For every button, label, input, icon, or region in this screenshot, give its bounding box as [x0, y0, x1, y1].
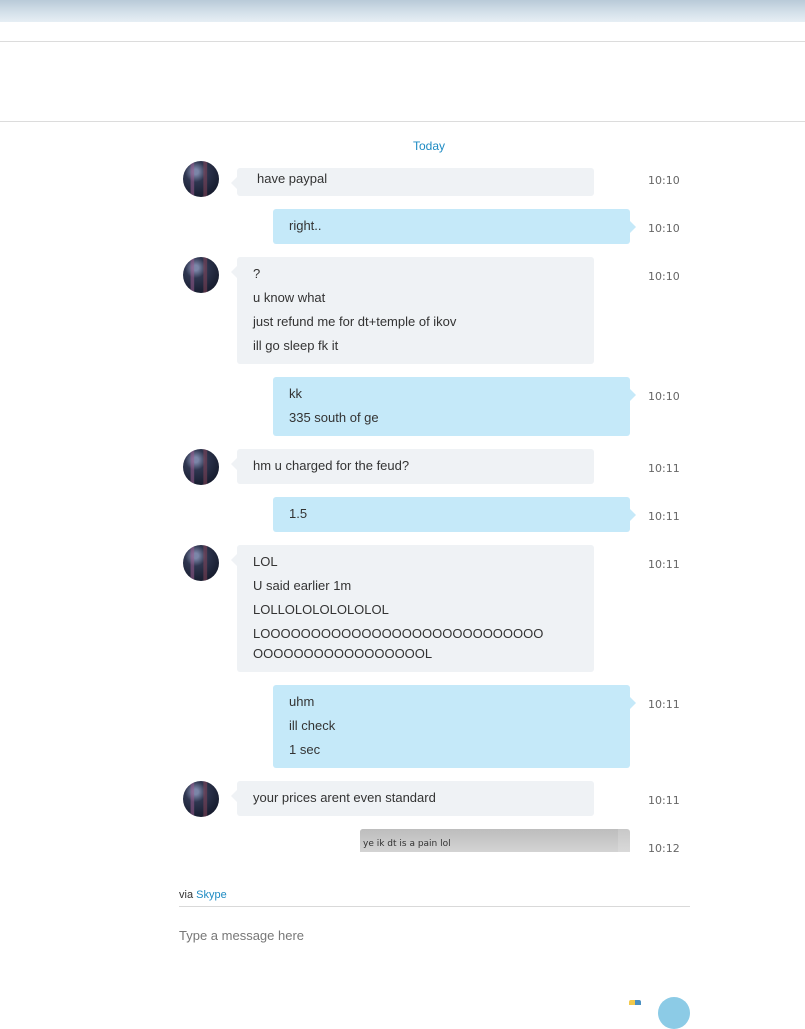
message-text: hm u charged for the feud?	[253, 458, 410, 473]
date-divider: Today	[412, 139, 446, 153]
message-timestamp: 10:11	[648, 462, 680, 475]
message-text: right..	[289, 218, 322, 233]
via-skype-label: via Skype	[179, 889, 227, 901]
message-bubble-incoming: ? u know what just refund me for dt+temp…	[231, 257, 594, 364]
message-text: ill check	[289, 718, 336, 733]
message-text: LOOOOOOOOOOOOOOOOOOOOOOOOOOOOOOOOOOOOOOO…	[253, 626, 544, 661]
message-text: 1 sec	[289, 742, 321, 757]
via-prefix: via	[179, 889, 194, 901]
message-timestamp: 10:11	[648, 794, 680, 807]
message-bubble-incoming: your prices arent even standard	[231, 781, 594, 816]
message-text: LOL	[253, 554, 278, 569]
message-text: just refund me for dt+temple of ikov	[253, 314, 457, 329]
contact-avatar[interactable]	[183, 545, 219, 581]
message-timestamp: 10:11	[648, 698, 680, 711]
send-button[interactable]	[658, 997, 690, 1029]
emoticon-icon[interactable]	[629, 1000, 641, 1005]
message-timestamp: 10:10	[648, 174, 680, 187]
message-text: your prices arent even standard	[253, 790, 436, 805]
message-timestamp: 10:10	[648, 390, 680, 403]
header-divider-top	[0, 41, 805, 42]
message-text: uhm	[289, 694, 315, 709]
message-bubble-outgoing: uhm ill check 1 sec	[273, 685, 636, 768]
message-text: have paypal	[257, 171, 328, 186]
message-bubble-outgoing: right..	[273, 209, 636, 244]
message-text: ?	[253, 266, 261, 281]
contact-avatar[interactable]	[183, 161, 219, 197]
message-text: ill go sleep fk it	[253, 338, 339, 353]
message-text: 335 south of ge	[289, 410, 379, 425]
message-text: u know what	[253, 290, 326, 305]
compose-divider	[179, 906, 690, 907]
message-text: U said earlier 1m	[253, 578, 352, 593]
message-bubble-incoming: hm u charged for the feud?	[231, 449, 594, 484]
message-timestamp: 10:11	[648, 510, 680, 523]
contact-avatar[interactable]	[183, 781, 219, 817]
message-timestamp: 10:10	[648, 222, 680, 235]
message-text: kk	[289, 386, 302, 401]
message-bubble-outgoing: kk 335 south of ge	[273, 377, 636, 436]
message-bubble-outgoing-partial: ye ik dt is a pain lol	[360, 829, 630, 852]
message-timestamp: 10:10	[648, 270, 680, 283]
message-text: 1.5	[289, 506, 308, 521]
message-text: ye ik dt is a pain lol	[363, 839, 451, 849]
contact-avatar[interactable]	[183, 257, 219, 293]
message-text: LOLLOLOLOLOLOLOL	[253, 602, 389, 617]
skype-link[interactable]: Skype	[196, 889, 227, 901]
message-timestamp: 10:12	[648, 842, 680, 855]
message-bubble-outgoing: 1.5	[273, 497, 636, 532]
header-divider-bottom	[0, 121, 805, 122]
message-bubble-incoming: have paypal	[231, 168, 594, 196]
contact-avatar[interactable]	[183, 449, 219, 485]
message-bubble-incoming: LOL U said earlier 1m LOLLOLOLOLOLOLOL L…	[231, 545, 594, 672]
window-titlebar	[0, 0, 805, 22]
message-input[interactable]	[179, 924, 679, 946]
message-timestamp: 10:11	[648, 558, 680, 571]
